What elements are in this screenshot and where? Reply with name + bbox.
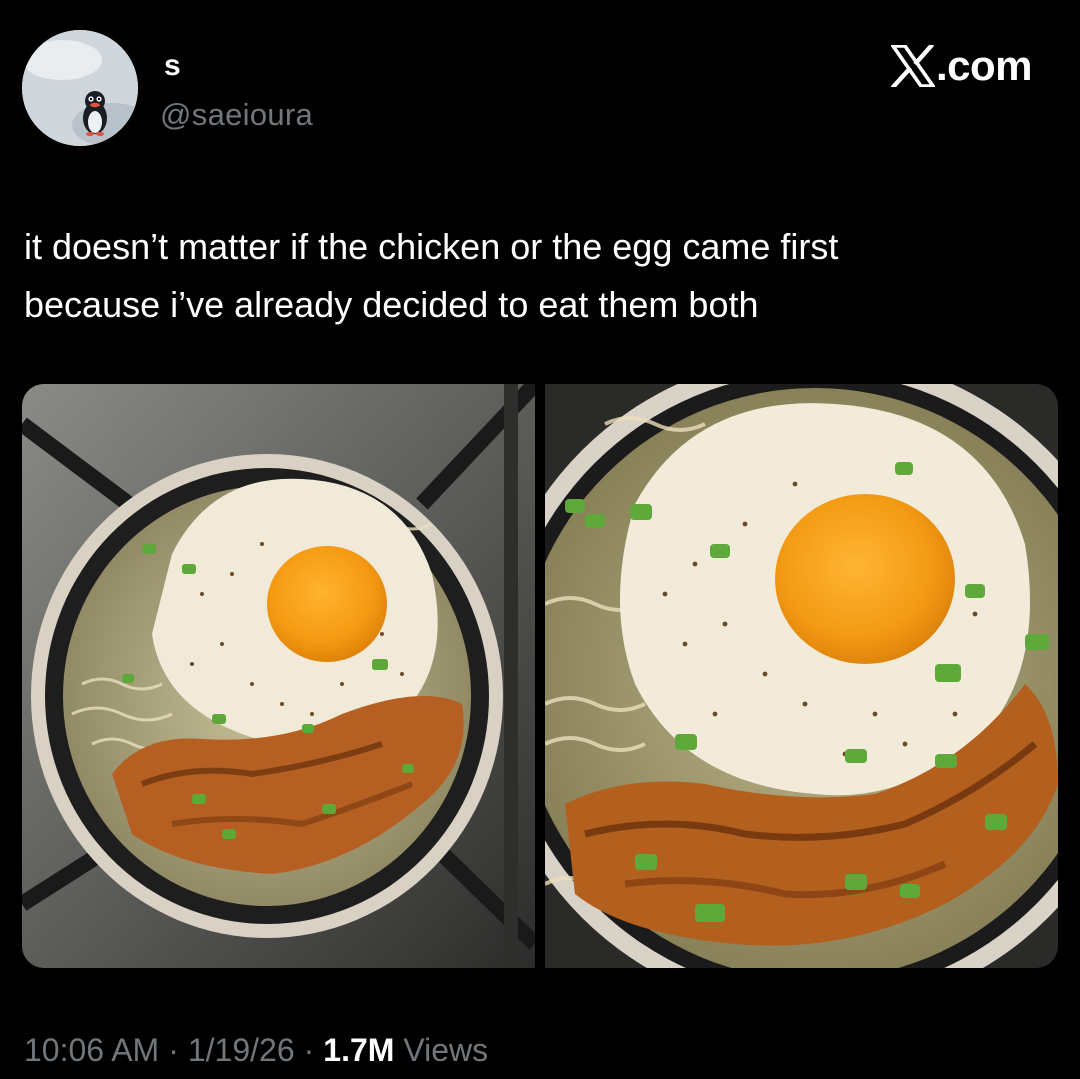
views-label: Views <box>403 1032 489 1068</box>
ramen-bowl-image <box>22 384 535 968</box>
tweet-text: it doesn’t matter if the chicken or the … <box>24 218 1064 334</box>
display-name[interactable]: s <box>164 46 181 86</box>
meta-separator: · <box>303 1032 315 1068</box>
tweet-time[interactable]: 10:06 AM <box>24 1032 159 1068</box>
tweet-text-line-1: it doesn’t matter if the chicken or the … <box>24 226 839 267</box>
user-handle[interactable]: @saeioura <box>160 95 313 135</box>
tweet-meta: 10:06 AM · 1/19/26 · 1.7M Views <box>24 1028 488 1072</box>
photo-bowl-closeup[interactable] <box>545 384 1058 968</box>
penguin-icon <box>22 30 138 146</box>
brand-domain: .com <box>935 42 1033 89</box>
brand-watermark: .com <box>890 42 1033 90</box>
views-count[interactable]: 1.7M <box>323 1032 394 1068</box>
tweet-text-line-2: because i’ve already decided to eat them… <box>24 284 759 325</box>
meta-separator: · <box>168 1032 179 1068</box>
photo-bowl-stovetop[interactable] <box>22 384 535 968</box>
tweet-date[interactable]: 1/19/26 <box>188 1032 295 1068</box>
x-logo-icon <box>890 45 935 87</box>
ramen-closeup-image <box>545 384 1058 968</box>
avatar[interactable] <box>22 30 138 146</box>
